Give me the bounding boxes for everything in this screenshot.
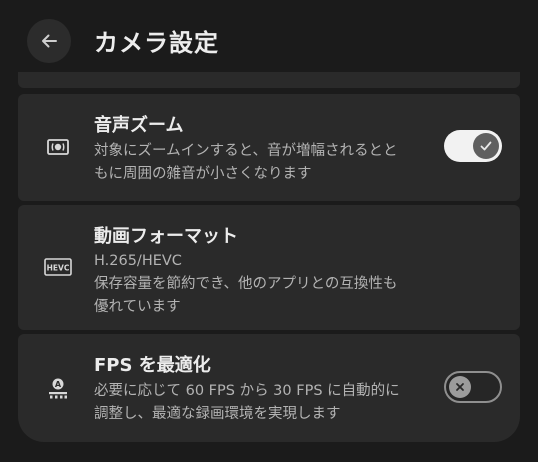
audio-zoom-toggle[interactable]	[444, 130, 502, 162]
previous-setting-card	[18, 72, 520, 88]
audio-zoom-icon	[44, 135, 72, 159]
setting-title: 動画フォーマット	[94, 226, 238, 247]
setting-video-format[interactable]: HEVC 動画フォーマット H.265/HEVC 保存容量を節約でき、他のアプリ…	[18, 205, 520, 330]
svg-text:A: A	[55, 380, 62, 389]
setting-description-line: 調整し、最適な録画環境を実現します	[94, 406, 341, 422]
arrow-left-icon	[42, 34, 57, 48]
setting-description-line: 対象にズームインすると、音が増幅されるとと	[94, 143, 398, 159]
toggle-knob	[473, 133, 499, 159]
check-icon	[480, 141, 492, 151]
top-app-bar: カメラ設定	[0, 0, 538, 78]
toggle-knob	[449, 376, 471, 398]
auto-fps-icon: A	[44, 376, 72, 400]
setting-description-line: もに周囲の雑音が小さくなります	[94, 166, 312, 182]
setting-value: H.265/HEVC	[94, 253, 182, 269]
close-icon	[456, 383, 464, 391]
page-title: カメラ設定	[94, 29, 219, 57]
setting-title: 音声ズーム	[94, 115, 184, 136]
optimize-fps-toggle[interactable]	[444, 371, 502, 403]
setting-optimize-fps[interactable]: A FPS を最適化 必要に応じて 60 FPS から 30 FPS に自動的に…	[18, 334, 520, 442]
hevc-icon: HEVC	[44, 255, 72, 279]
setting-description-line: 必要に応じて 60 FPS から 30 FPS に自動的に	[94, 383, 400, 399]
svg-text:HEVC: HEVC	[47, 264, 70, 273]
setting-description-line: 保存容量を節約でき、他のアプリとの互換性も	[94, 276, 398, 292]
setting-title: FPS を最適化	[94, 355, 211, 376]
back-button[interactable]	[27, 19, 71, 63]
setting-audio-zoom[interactable]: 音声ズーム 対象にズームインすると、音が増幅されるとと もに周囲の雑音が小さくな…	[18, 94, 520, 201]
setting-description-line: 優れています	[94, 299, 181, 315]
